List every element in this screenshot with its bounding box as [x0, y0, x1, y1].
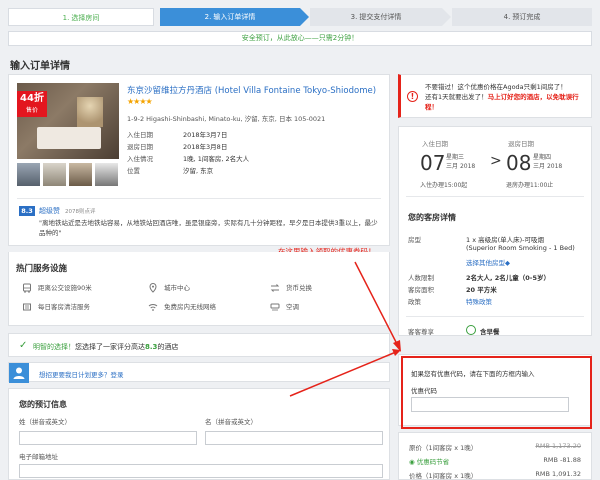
star-rating: ★★★★ — [127, 97, 153, 106]
amenity-item: 货币兑换 — [270, 282, 312, 293]
checkin-day: 07 — [420, 151, 446, 175]
occupancy-value: 2名大人, 2名儿童（0-5岁） — [466, 274, 551, 282]
step-arrow — [300, 8, 309, 26]
tag-icon: ◉ — [409, 458, 415, 466]
urgency-text: 不要错过！这个优惠价格在Agoda只剩1间房了！ 还有1天就要出发了！马上订好您… — [425, 83, 579, 111]
first-name-label: 名（拼音或英文） — [205, 418, 257, 426]
step-select-room: 1. 选择房间 — [8, 8, 154, 26]
booking-form: 您的预订信息 姓（拼音或英文） 名（拼音或英文） 电子邮箱地址 — [8, 388, 390, 480]
email-label: 电子邮箱地址 — [19, 453, 58, 461]
checkout-day: 08 — [506, 151, 532, 175]
checkin-label: 入住日期 — [422, 140, 448, 148]
checkout-month: 三月 2018 — [533, 163, 563, 170]
amenity-item: 距离公交设施90米 — [22, 282, 92, 293]
benefit-value: 含早餐 — [480, 328, 500, 336]
divider — [406, 196, 584, 197]
amenity-item: 空调 — [270, 301, 299, 312]
amenities-title: 热门服务设施 — [16, 264, 68, 274]
amenity-item: 城市中心 — [148, 282, 190, 293]
occupancy-label: 人数限制 — [408, 274, 434, 282]
checkin-row: 入住日期 2018年3月7日 — [127, 131, 228, 139]
breakfast-icon — [466, 325, 476, 335]
secure-banner: 安全预订，从此放心——只需2分钟！ — [8, 31, 592, 46]
original-price-label: 原价（1间客房 x 1晚） — [409, 444, 478, 452]
hotel-address: 1-9-2 Higashi-Shinbashi, Minato-ku, 汐留, … — [127, 115, 326, 123]
step-payment: 3. 提交支付详情 — [310, 8, 442, 26]
progress-steps: 1. 选择房间 2. 输入订单详情 3. 提交支付详情 4. 预订完成 — [0, 8, 600, 26]
location-row: 位置 汐留, 东京 — [127, 167, 214, 175]
first-name-field[interactable] — [205, 431, 383, 445]
discount-badge: 44折 售价 — [17, 91, 47, 117]
divider — [17, 198, 381, 199]
step-arrow — [442, 8, 451, 26]
other-room-types-link[interactable]: 选择其他房型◆ — [466, 257, 510, 267]
room-details-title: 您的客房详情 — [408, 213, 456, 222]
bed-shape — [37, 127, 101, 149]
room-size-value: 20 平方米 — [466, 286, 497, 294]
page-title: 输入订单详情 — [10, 61, 70, 72]
coupon-savings-label: ◉ 优惠码节省 — [409, 458, 450, 466]
housekeeping-icon — [22, 302, 32, 312]
member-login-link[interactable]: 想招更要我日计划更多？登录 — [39, 369, 124, 379]
date-arrow-icon: > — [490, 153, 502, 169]
map-pin-icon — [148, 283, 158, 293]
stay-row: 入住情况 1晚, 1间客房, 2名大人 — [127, 155, 250, 163]
check-icon: ✓ — [19, 340, 28, 351]
good-choice-text: 明智的选择！您选择了一家评分高达8.3的酒店 — [33, 343, 179, 351]
amenity-item: 免费房内无线网络 — [148, 301, 216, 312]
final-price-value: RMB 1,091.32 — [535, 470, 581, 478]
member-login-box: 想招更要我日计划更多？登录 — [8, 362, 390, 383]
final-price-label: 价格（1间客房 x 1晚） — [409, 472, 478, 480]
last-name-field[interactable] — [19, 431, 197, 445]
email-field[interactable] — [19, 464, 383, 478]
hotel-thumb[interactable] — [43, 163, 66, 186]
wifi-icon — [148, 302, 158, 312]
original-price-value: RMB 1,173.20 — [535, 442, 581, 450]
benefit-label: 客客尊享 — [408, 328, 434, 336]
bus-icon — [22, 283, 32, 293]
hotel-thumb[interactable] — [69, 163, 92, 186]
review-count: 2078则点评 — [65, 209, 96, 215]
urgency-notice: ! 不要错过！这个优惠价格在Agoda只剩1间房了！ 还有1天就要出发了！马上订… — [398, 74, 592, 118]
divider — [406, 316, 584, 317]
room-size-label: 客房面积 — [408, 286, 434, 294]
policy-link[interactable]: 特殊政策 — [466, 296, 492, 306]
amenity-item: 每日客房清洁服务 — [22, 301, 90, 312]
coupon-savings-value: RMB -81.88 — [543, 456, 581, 464]
room-type-value: 1 x 高级房(单人床)-可吸烟 — [466, 236, 545, 244]
currency-exchange-icon — [270, 283, 280, 293]
checkin-time: 入住办理15:00起 — [420, 182, 468, 189]
checkout-weekday: 星期四 — [533, 154, 552, 161]
review-score: 8.3 — [19, 206, 35, 216]
price-summary: 原价（1间客房 x 1晚） RMB 1,173.20 ◉ 优惠码节省 RMB -… — [398, 432, 592, 480]
checkin-weekday: 星期三 — [446, 154, 465, 161]
hotel-thumb[interactable] — [95, 163, 118, 186]
step-complete: 4. 预订完成 — [452, 8, 592, 26]
step-enter-details: 2. 输入订单详情 — [160, 8, 300, 26]
coupon-highlight — [401, 356, 592, 429]
review-score-label[interactable]: 超级赞 — [39, 206, 60, 216]
room-type-label: 房型 — [408, 236, 421, 244]
last-name-label: 姓（拼音或英文） — [19, 418, 71, 426]
user-icon — [9, 363, 29, 383]
review-quote: "离地铁站近是去地铁站容易，从地铁站回酒店唯，虽是银座旁，实际有几十分钟距程，早… — [39, 219, 378, 237]
good-choice-notice: ✓ 明智的选择！您选择了一家评分高达8.3的酒店 — [8, 333, 390, 357]
air-conditioning-icon — [270, 302, 280, 312]
policy-label: 政策 — [408, 298, 421, 306]
checkout-label: 退房日期 — [508, 140, 534, 148]
lamp-shape — [77, 97, 103, 127]
hotel-thumb[interactable] — [17, 163, 40, 186]
hotel-name[interactable]: 东京沙留维拉方丹酒店 (Hotel Villa Fontaine Tokyo-S… — [127, 84, 376, 96]
alert-icon: ! — [407, 91, 418, 102]
checkin-month: 三月 2018 — [446, 163, 476, 170]
checkout-time: 退房办理11:00止 — [506, 182, 554, 189]
room-type-en: (Superior Room Smoking - 1 Bed) — [466, 244, 575, 252]
form-title: 您的预订信息 — [19, 400, 67, 409]
checkout-row: 退房日期 2018年3月8日 — [127, 143, 228, 151]
hotel-card: 44折 售价 东京沙留维拉方丹酒店 (Hotel Villa Fontaine … — [8, 74, 390, 246]
